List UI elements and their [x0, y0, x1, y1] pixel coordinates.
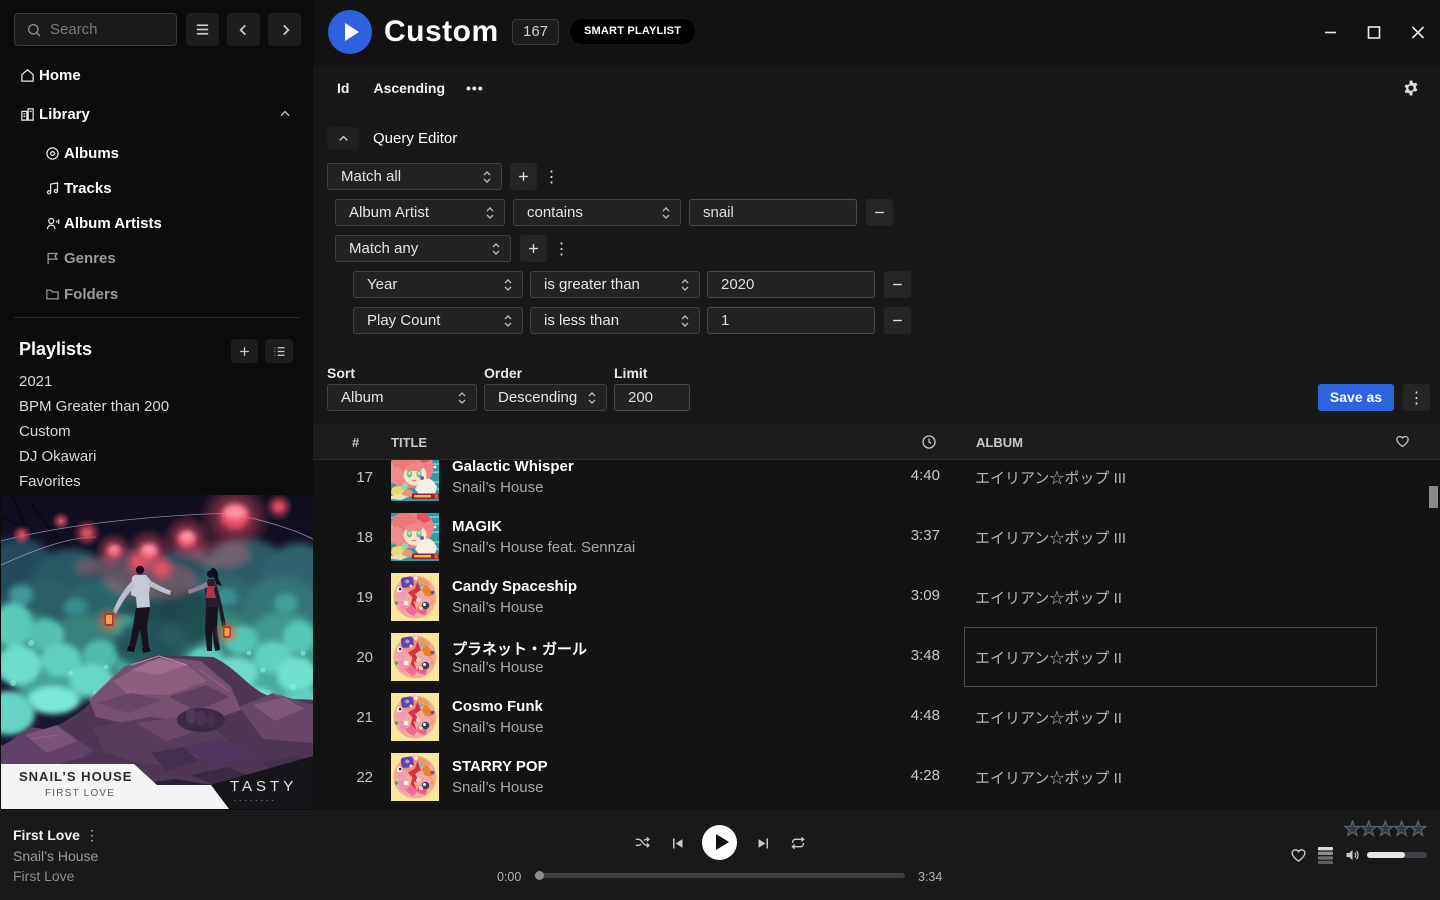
- svg-text:SNAIL’S HOUSE: SNAIL’S HOUSE: [19, 769, 132, 784]
- svg-text:FIRST LOVE: FIRST LOVE: [45, 788, 115, 799]
- svg-text:▪▪▪▪▪▪▪▪: ▪▪▪▪▪▪▪▪: [234, 798, 277, 804]
- svg-text:TASTY: TASTY: [230, 778, 297, 795]
